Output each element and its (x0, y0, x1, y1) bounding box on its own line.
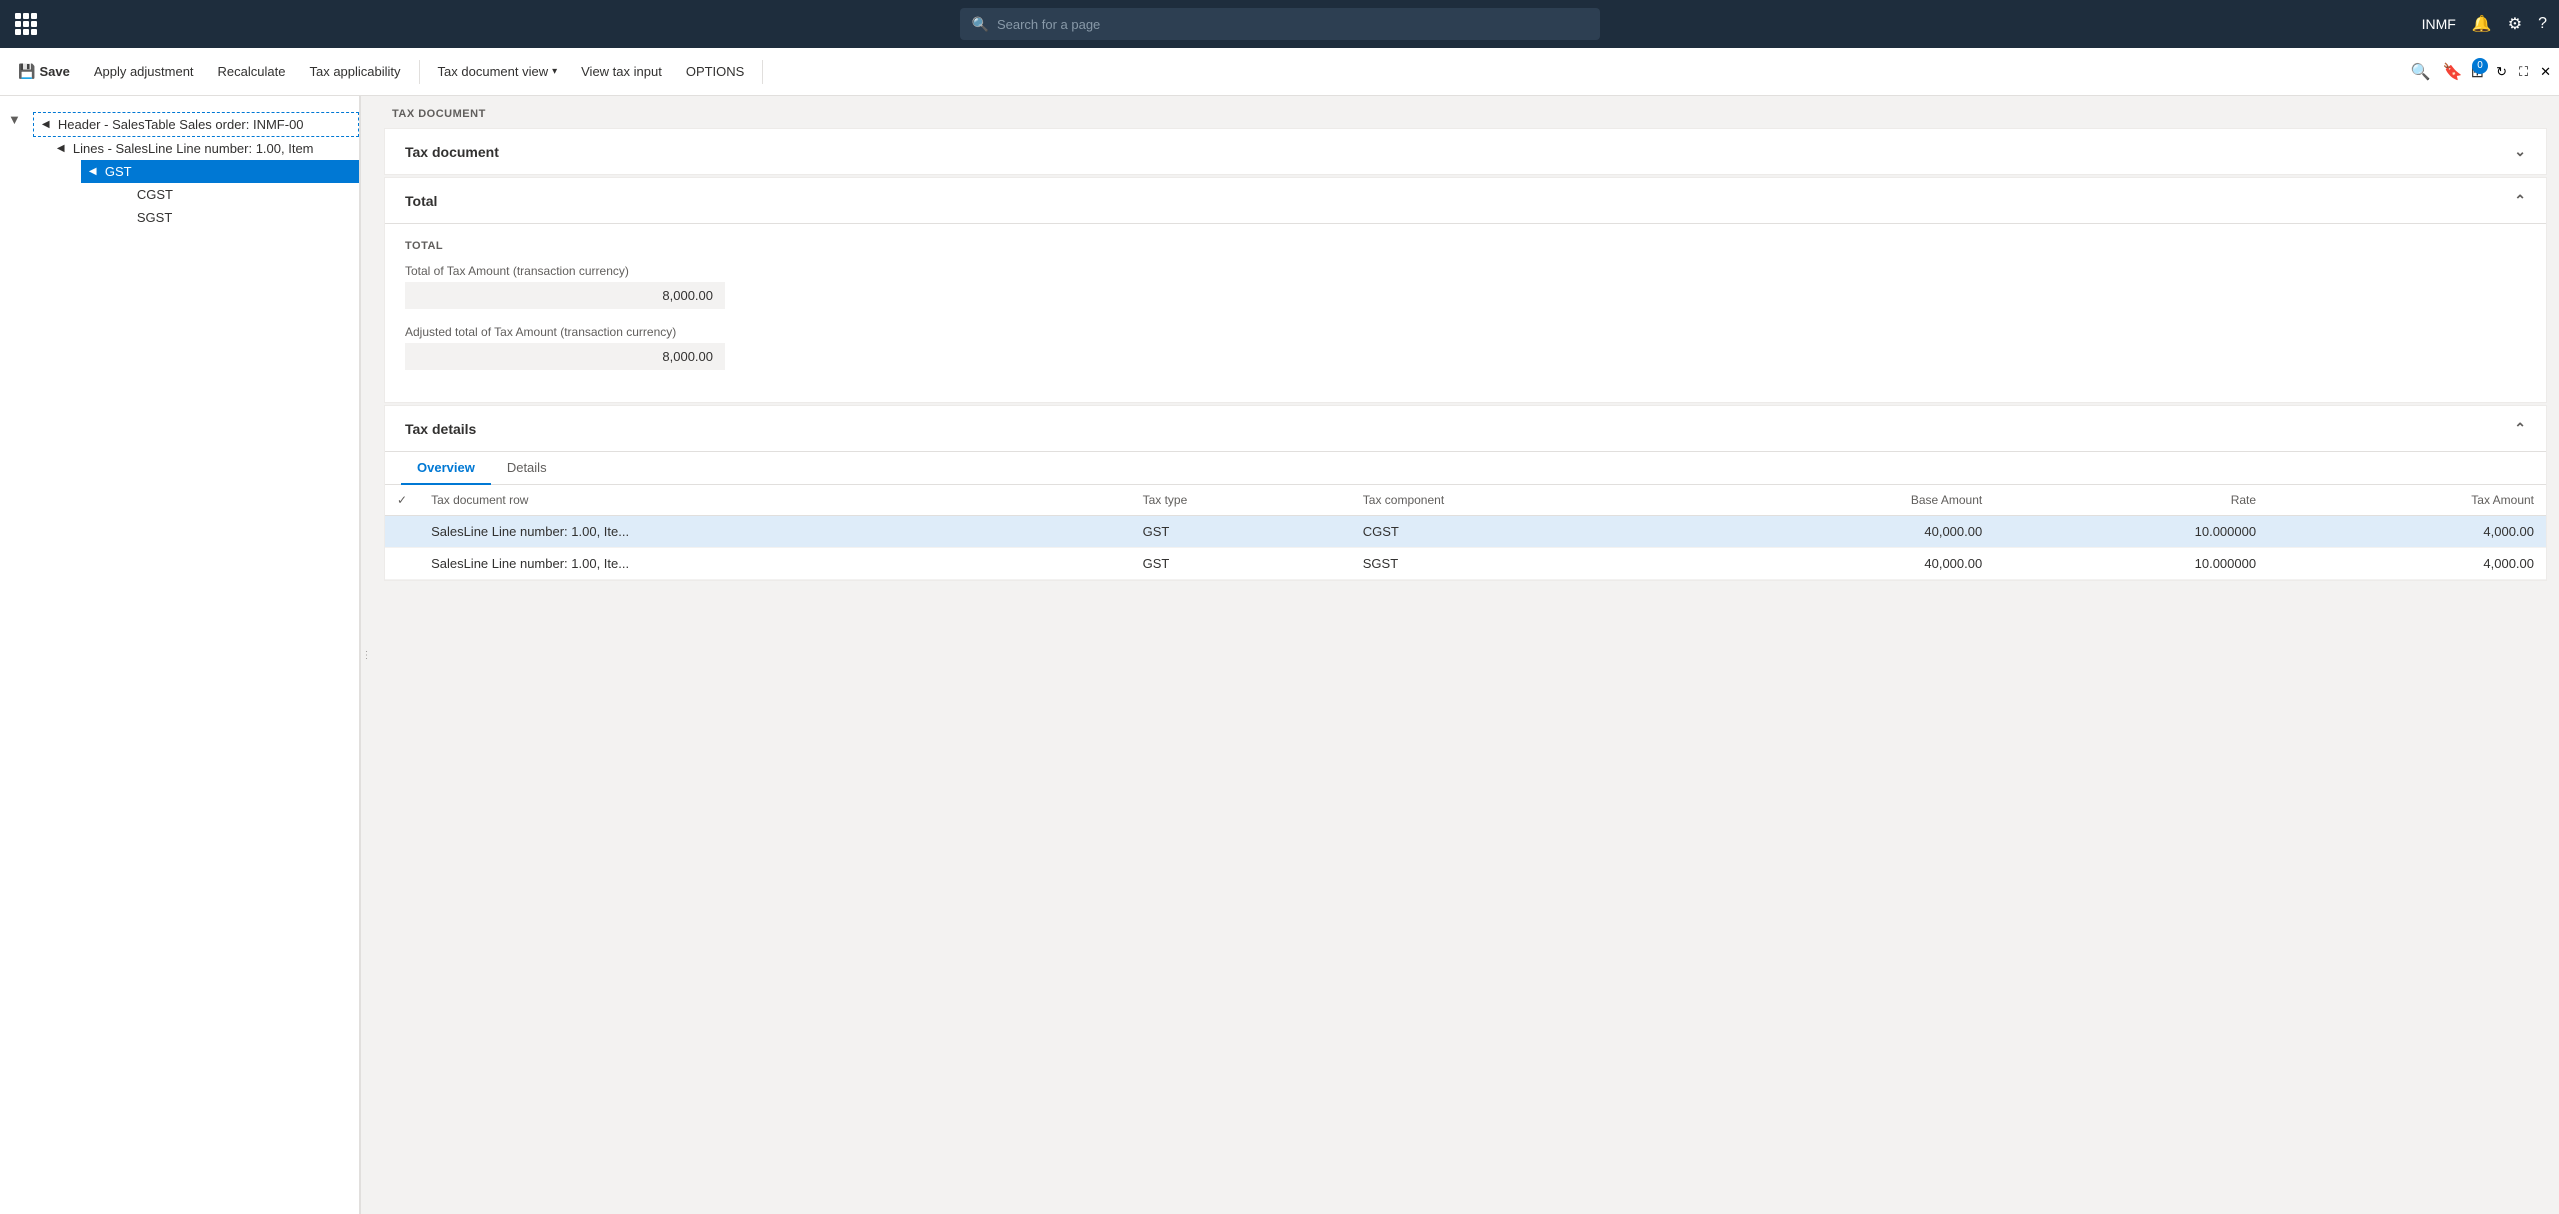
row-tax-amount-1: 4,000.00 (2268, 548, 2546, 580)
search-icon: 🔍 (972, 16, 989, 33)
tree-lines-item[interactable]: ◀ Lines - SalesLine Line number: 1.00, I… (49, 137, 359, 160)
waffle-icon (15, 13, 37, 35)
refresh-icon[interactable]: ↻ (2496, 64, 2507, 80)
apply-adjustment-button[interactable]: Apply adjustment (84, 58, 204, 85)
separator-1 (419, 60, 420, 84)
table-row[interactable]: SalesLine Line number: 1.00, Ite... GST … (385, 516, 2546, 548)
row-tax-doc-row-1: SalesLine Line number: 1.00, Ite... (419, 548, 1131, 580)
total-section-content: TOTAL Total of Tax Amount (transaction c… (385, 223, 2546, 402)
tax-details-chevron-icon: ⌃ (2514, 420, 2526, 437)
search-cmd-icon[interactable]: 🔍 (2411, 62, 2431, 82)
left-panel: ▼ ◀ Header - SalesTable Sales order: INM… (0, 96, 372, 1214)
bell-icon[interactable]: 🔔 (2472, 14, 2492, 34)
options-button[interactable]: OPTIONS (676, 58, 755, 85)
total-chevron-icon: ⌃ (2514, 192, 2526, 209)
total-tax-value: 8,000.00 (405, 282, 725, 309)
total-tax-label: Total of Tax Amount (transaction currenc… (405, 264, 2526, 278)
nav-left (12, 10, 40, 38)
col-tax-document-row: Tax document row (419, 485, 1131, 516)
table-row[interactable]: SalesLine Line number: 1.00, Ite... GST … (385, 548, 2546, 580)
row-rate-0: 10.000000 (1994, 516, 2268, 548)
collapse-icon: ◀ (42, 119, 54, 130)
row-check-0 (385, 516, 419, 548)
row-rate-1: 10.000000 (1994, 548, 2268, 580)
tax-document-view-button[interactable]: Tax document view ▾ (428, 58, 568, 85)
tax-details-header[interactable]: Tax details ⌃ (385, 406, 2546, 451)
tree-gst-item[interactable]: ◀ GST (81, 160, 359, 183)
help-icon[interactable]: ? (2538, 15, 2547, 33)
notification-badge: 0 (2472, 58, 2488, 74)
content-sections: Tax document ⌄ Total ⌃ TOTAL Total of Ta… (372, 128, 2559, 595)
waffle-menu[interactable] (12, 10, 40, 38)
col-tax-amount: Tax Amount (2268, 485, 2546, 516)
view-tax-input-button[interactable]: View tax input (571, 58, 672, 85)
row-tax-component-1: SGST (1351, 548, 1689, 580)
col-tax-component: Tax component (1351, 485, 1689, 516)
filter-icon[interactable]: ▼ (0, 104, 29, 135)
top-navigation: 🔍 INMF 🔔 ⚙ ? (0, 0, 2559, 48)
tree-sgst-item[interactable]: SGST (129, 206, 359, 229)
tax-document-header[interactable]: Tax document ⌄ (385, 129, 2546, 174)
tree-header-item[interactable]: ◀ Header - SalesTable Sales order: INMF-… (33, 112, 359, 137)
tree-container: ◀ Header - SalesTable Sales order: INMF-… (29, 104, 359, 237)
tree-level2: ◀ GST CGST SGST (49, 160, 359, 229)
tax-details-tabs: Overview Details (385, 452, 2546, 485)
table-header: ✓ Tax document row Tax type Tax componen… (385, 485, 2546, 516)
save-icon: 💾 (18, 63, 35, 80)
lines-collapse-icon: ◀ (57, 143, 69, 154)
command-bar: 💾 Save Apply adjustment Recalculate Tax … (0, 48, 2559, 96)
search-bar[interactable]: 🔍 (960, 8, 1600, 40)
row-tax-doc-row-0: SalesLine Line number: 1.00, Ite... (419, 516, 1131, 548)
total-section-header[interactable]: Total ⌃ (385, 178, 2546, 223)
row-check-1 (385, 548, 419, 580)
tax-details-section: Tax details ⌃ Overview Details (384, 405, 2547, 581)
adjusted-total-field: Adjusted total of Tax Amount (transactio… (405, 325, 2526, 370)
user-label: INMF (2422, 16, 2456, 32)
total-section: Total ⌃ TOTAL Total of Tax Amount (trans… (384, 177, 2547, 403)
section-title: TAX DOCUMENT (372, 96, 2559, 128)
col-base-amount: Base Amount (1689, 485, 1995, 516)
row-tax-type-0: GST (1131, 516, 1351, 548)
row-tax-amount-0: 4,000.00 (2268, 516, 2546, 548)
dropdown-arrow-icon: ▾ (552, 66, 557, 77)
favorites-icon[interactable]: 🔖 (2443, 62, 2463, 82)
panel-resizer[interactable]: ⋮ (360, 96, 372, 1214)
row-base-amount-1: 40,000.00 (1689, 548, 1995, 580)
total-tax-field: Total of Tax Amount (transaction currenc… (405, 264, 2526, 309)
content-area: TAX DOCUMENT Tax document ⌄ Total ⌃ TOTA… (372, 96, 2559, 1214)
tax-table: ✓ Tax document row Tax type Tax componen… (385, 485, 2546, 580)
tree-level3: CGST SGST (81, 183, 359, 229)
table-wrapper: ✓ Tax document row Tax type Tax componen… (385, 485, 2546, 580)
tree-level1: ◀ Lines - SalesLine Line number: 1.00, I… (33, 137, 359, 229)
separator-2 (762, 60, 763, 84)
row-tax-component-0: CGST (1351, 516, 1689, 548)
adjusted-total-label: Adjusted total of Tax Amount (transactio… (405, 325, 2526, 339)
save-button[interactable]: 💾 Save (8, 57, 80, 86)
adjusted-total-value: 8,000.00 (405, 343, 725, 370)
tab-details[interactable]: Details (491, 452, 563, 485)
col-tax-type: Tax type (1131, 485, 1351, 516)
col-check: ✓ (385, 485, 419, 516)
recalculate-button[interactable]: Recalculate (208, 58, 296, 85)
col-rate: Rate (1994, 485, 2268, 516)
row-base-amount-0: 40,000.00 (1689, 516, 1995, 548)
notification-wrapper: ⊞ 0 (2471, 62, 2484, 82)
main-container: ▼ ◀ Header - SalesTable Sales order: INM… (0, 96, 2559, 1214)
gear-icon[interactable]: ⚙ (2508, 14, 2522, 34)
row-tax-type-1: GST (1131, 548, 1351, 580)
nav-right: INMF 🔔 ⚙ ? (2422, 14, 2547, 34)
tab-overview[interactable]: Overview (401, 452, 491, 485)
gst-collapse-icon: ◀ (89, 166, 101, 177)
tree-cgst-item[interactable]: CGST (129, 183, 359, 206)
expand-icon[interactable]: ⛶ (2519, 64, 2528, 80)
tax-document-chevron-icon: ⌄ (2514, 143, 2526, 160)
tax-document-section: Tax document ⌄ (384, 128, 2547, 175)
total-label: TOTAL (405, 240, 2526, 252)
sidebar: ▼ ◀ Header - SalesTable Sales order: INM… (0, 96, 360, 1214)
search-input[interactable] (997, 17, 1588, 32)
tax-applicability-button[interactable]: Tax applicability (299, 58, 410, 85)
tax-details-content: Overview Details ✓ Tax document row Tax … (385, 451, 2546, 580)
close-icon[interactable]: ✕ (2540, 64, 2551, 80)
table-body: SalesLine Line number: 1.00, Ite... GST … (385, 516, 2546, 580)
